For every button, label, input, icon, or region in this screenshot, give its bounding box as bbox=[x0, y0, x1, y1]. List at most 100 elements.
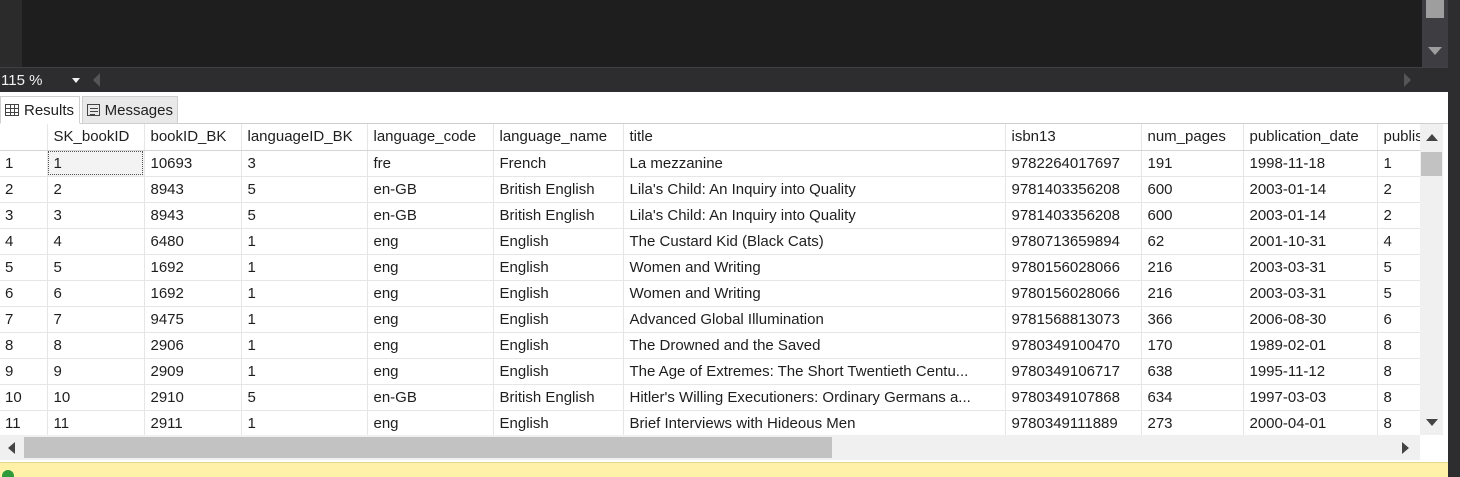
column-header[interactable]: language_code bbox=[367, 124, 494, 151]
grid-cell[interactable]: 2910 bbox=[144, 384, 242, 411]
grid-cell[interactable]: 1 bbox=[241, 358, 368, 385]
row-number-header[interactable] bbox=[0, 124, 48, 151]
grid-cell[interactable]: English bbox=[493, 410, 624, 435]
grid-cell[interactable]: en-GB bbox=[367, 202, 494, 229]
grid-cell[interactable]: 1989-02-01 bbox=[1243, 332, 1378, 359]
grid-cell[interactable]: English bbox=[493, 280, 624, 307]
row-number[interactable]: 2 bbox=[0, 176, 48, 203]
grid-cell[interactable]: en-GB bbox=[367, 384, 494, 411]
column-header[interactable]: isbn13 bbox=[1005, 124, 1142, 151]
grid-cell[interactable]: 638 bbox=[1141, 358, 1244, 385]
grid-cell[interactable]: 5 bbox=[241, 202, 368, 229]
grid-cell[interactable]: 1 bbox=[241, 332, 368, 359]
grid-cell[interactable]: Women and Writing bbox=[623, 280, 1006, 307]
grid-vscroll-thumb[interactable] bbox=[1421, 152, 1442, 176]
grid-cell[interactable]: The Custard Kid (Black Cats) bbox=[623, 228, 1006, 255]
grid-cell[interactable]: 9 bbox=[47, 358, 145, 385]
grid-cell[interactable]: Women and Writing bbox=[623, 254, 1006, 281]
grid-cell[interactable]: eng bbox=[367, 410, 494, 435]
column-header[interactable]: languageID_BK bbox=[241, 124, 368, 151]
grid-cell[interactable]: 600 bbox=[1141, 202, 1244, 229]
grid-cell[interactable]: 1 bbox=[241, 254, 368, 281]
row-number[interactable]: 5 bbox=[0, 254, 48, 281]
grid-cell[interactable]: 2 bbox=[47, 176, 145, 203]
query-editor[interactable] bbox=[0, 0, 1460, 67]
row-number[interactable]: 6 bbox=[0, 280, 48, 307]
table-row[interactable]: 8 8 2906 1 eng English The Drowned and the Sav… bbox=[0, 332, 1428, 359]
grid-cell[interactable]: 5 bbox=[47, 254, 145, 281]
grid-cell[interactable]: 9475 bbox=[144, 306, 242, 333]
grid-cell[interactable]: 1995-11-12 bbox=[1243, 358, 1378, 385]
grid-cell[interactable]: 9780349111889 bbox=[1005, 410, 1142, 435]
grid-cell[interactable]: 1692 bbox=[144, 254, 242, 281]
row-number[interactable]: 10 bbox=[0, 384, 48, 411]
grid-cell[interactable]: 9780156028066 bbox=[1005, 280, 1142, 307]
grid-cell[interactable]: 8 bbox=[47, 332, 145, 359]
table-row[interactable]: 2 2 8943 5 en-GB British English Lila's Child:… bbox=[0, 176, 1428, 203]
grid-cell[interactable]: eng bbox=[367, 254, 494, 281]
grid-cell[interactable]: English bbox=[493, 332, 624, 359]
grid-hscroll-thumb[interactable] bbox=[24, 437, 832, 458]
zoom-dropdown[interactable]: 115 % bbox=[0, 70, 88, 91]
table-row[interactable]: 7 7 9475 1 eng English Advanced Global Illumin… bbox=[0, 306, 1428, 333]
grid-cell[interactable]: 2909 bbox=[144, 358, 242, 385]
table-row[interactable]: 4 4 6480 1 eng English The Custard Kid (Black … bbox=[0, 228, 1428, 255]
grid-cell[interactable]: Hitler's Willing Executioners: Ordinary … bbox=[623, 384, 1006, 411]
grid-cell[interactable]: 216 bbox=[1141, 254, 1244, 281]
grid-cell[interactable]: 273 bbox=[1141, 410, 1244, 435]
column-header[interactable]: language_name bbox=[493, 124, 624, 151]
column-header[interactable]: SK_bookID bbox=[47, 124, 145, 151]
grid-cell[interactable]: French bbox=[493, 150, 624, 177]
grid-cell[interactable]: 2906 bbox=[144, 332, 242, 359]
scroll-up-arrow-icon[interactable] bbox=[1426, 134, 1438, 141]
grid-cell[interactable]: eng bbox=[367, 228, 494, 255]
grid-cell[interactable]: 3 bbox=[241, 150, 368, 177]
grid-cell[interactable]: 2911 bbox=[144, 410, 242, 435]
grid-cell[interactable]: 9780349106717 bbox=[1005, 358, 1142, 385]
row-number[interactable]: 3 bbox=[0, 202, 48, 229]
scroll-left-arrow-icon[interactable] bbox=[8, 442, 15, 454]
table-row[interactable]: 11 11 2911 1 eng English Brief Interviews with… bbox=[0, 410, 1428, 435]
grid-cell[interactable]: eng bbox=[367, 358, 494, 385]
grid-cell[interactable]: 2001-10-31 bbox=[1243, 228, 1378, 255]
grid-cell[interactable]: 191 bbox=[1141, 150, 1244, 177]
grid-cell[interactable]: 8943 bbox=[144, 202, 242, 229]
grid-cell[interactable]: 634 bbox=[1141, 384, 1244, 411]
scroll-right-arrow-icon[interactable] bbox=[1402, 442, 1409, 454]
grid-cell[interactable]: 2003-03-31 bbox=[1243, 254, 1378, 281]
row-number[interactable]: 9 bbox=[0, 358, 48, 385]
results-grid[interactable]: SK_bookID bookID_BK languageID_BK language_… bbox=[0, 124, 1448, 435]
column-header[interactable]: publication_date bbox=[1243, 124, 1378, 151]
grid-cell[interactable]: 9780349100470 bbox=[1005, 332, 1142, 359]
grid-cell[interactable]: 6 bbox=[47, 280, 145, 307]
grid-cell[interactable]: 2003-03-31 bbox=[1243, 280, 1378, 307]
scroll-right-arrow-icon[interactable] bbox=[1404, 73, 1411, 87]
table-row[interactable]: 10 10 2910 5 en-GB British English Hitler's Wi… bbox=[0, 384, 1428, 411]
grid-cell[interactable]: The Age of Extremes: The Short Twentieth… bbox=[623, 358, 1006, 385]
grid-cell[interactable]: 1 bbox=[241, 280, 368, 307]
grid-cell[interactable]: 9781403356208 bbox=[1005, 202, 1142, 229]
grid-cell[interactable]: 600 bbox=[1141, 176, 1244, 203]
grid-cell[interactable]: 9780156028066 bbox=[1005, 254, 1142, 281]
grid-cell[interactable]: 1 bbox=[47, 150, 145, 177]
grid-cell[interactable]: 5 bbox=[241, 176, 368, 203]
table-row[interactable]: 5 5 1692 1 eng English Women and Writing 978015… bbox=[0, 254, 1428, 281]
grid-cell[interactable]: 9782264017697 bbox=[1005, 150, 1142, 177]
row-number[interactable]: 7 bbox=[0, 306, 48, 333]
grid-cell[interactable]: 10 bbox=[47, 384, 145, 411]
grid-cell[interactable]: English bbox=[493, 306, 624, 333]
grid-cell[interactable]: 6480 bbox=[144, 228, 242, 255]
grid-cell[interactable]: 1692 bbox=[144, 280, 242, 307]
grid-cell[interactable]: 1998-11-18 bbox=[1243, 150, 1378, 177]
tab-results[interactable]: Results bbox=[0, 96, 80, 124]
table-row[interactable]: 1 1 10693 3 fre French La mezzanine 97822640176… bbox=[0, 150, 1428, 177]
column-header[interactable]: title bbox=[623, 124, 1006, 151]
grid-cell[interactable]: eng bbox=[367, 280, 494, 307]
grid-cell[interactable]: 7 bbox=[47, 306, 145, 333]
grid-cell[interactable]: 9780349107868 bbox=[1005, 384, 1142, 411]
chevron-down-icon[interactable] bbox=[72, 78, 80, 83]
grid-cell[interactable]: 9781568813073 bbox=[1005, 306, 1142, 333]
grid-cell[interactable]: 1997-03-03 bbox=[1243, 384, 1378, 411]
grid-cell[interactable]: 1 bbox=[241, 306, 368, 333]
grid-cell[interactable]: English bbox=[493, 358, 624, 385]
